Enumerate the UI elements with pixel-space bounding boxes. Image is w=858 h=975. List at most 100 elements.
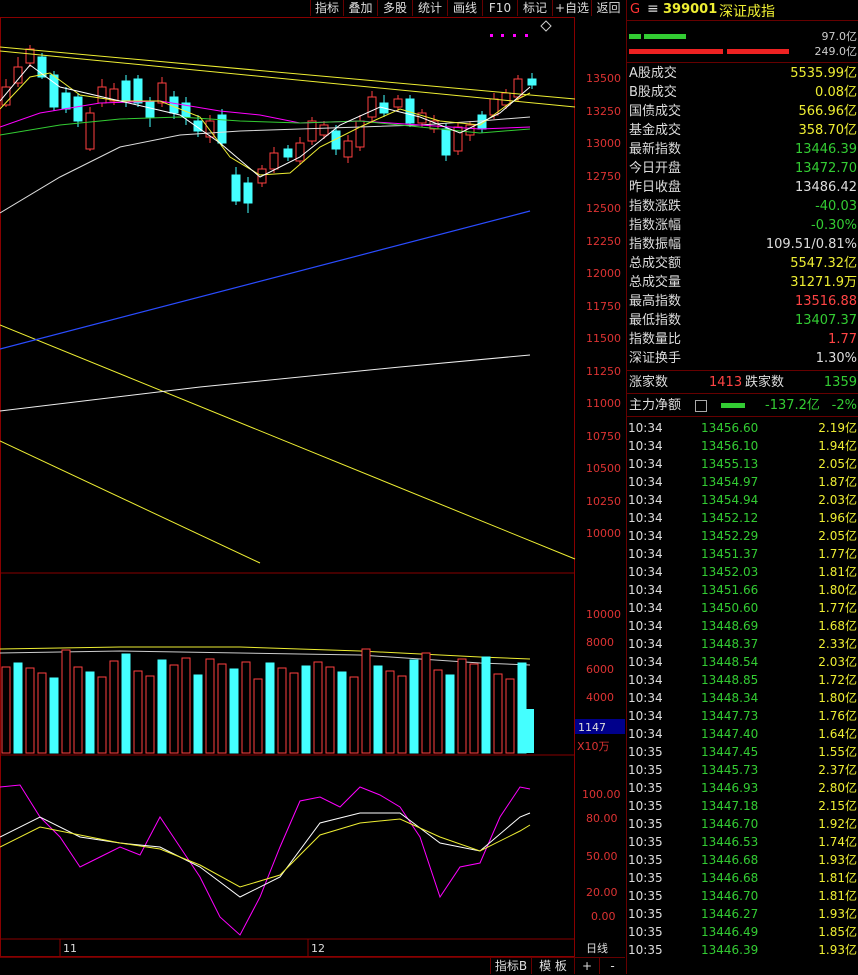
list-icon (695, 400, 707, 412)
stat-label: 指数涨跌 (629, 199, 682, 214)
month-label: 11 (63, 942, 77, 955)
volume-bar (73, 666, 83, 754)
tick-amount: 2.37亿 (818, 763, 857, 777)
zoom-in-button[interactable]: + (574, 958, 599, 974)
stat-label: 最新指数 (629, 142, 682, 157)
panel-title: G ≡ 399001 深证成指 (627, 0, 858, 21)
mark-button[interactable]: 标记 (517, 0, 552, 16)
stat-row: 总成交量 31271.9万 (627, 273, 858, 292)
menu-icon[interactable]: ≡ (647, 1, 659, 17)
stat-value: 31271.9万 (790, 275, 857, 290)
tick-price: 13446.68 (701, 853, 759, 867)
multi-stock-button[interactable]: 多股 (377, 0, 412, 16)
candle-body (97, 86, 107, 104)
volume-bar (409, 659, 419, 754)
stat-value: 13472.70 (794, 161, 857, 176)
tick-row: 10:34 13452.29 2.05亿 (627, 527, 858, 545)
candle (217, 109, 227, 147)
price-tick: 12000 (586, 267, 621, 280)
tick-row: 10:35 13446.39 1.93亿 (627, 941, 858, 959)
candle (243, 177, 253, 213)
stat-label: 指数涨幅 (629, 218, 682, 233)
main-net-label: 主力净额 (629, 398, 682, 413)
stat-label: 最高指数 (629, 294, 682, 309)
stat-value: 566.96亿 (798, 104, 858, 119)
overlay-button[interactable]: 叠加 (343, 0, 377, 16)
volume-bar (121, 653, 131, 754)
price-tick: 13500 (586, 72, 621, 85)
candle-body (527, 78, 537, 86)
tick-time: 10:35 (628, 871, 663, 885)
volume-bar (133, 670, 143, 754)
trend-line (0, 440, 261, 564)
volume-bar (301, 665, 311, 754)
stat-row: 昨日收盘 13486.42 (627, 178, 858, 197)
tick-price: 13448.34 (701, 691, 759, 705)
stat-label: 指数量比 (629, 332, 682, 347)
volume-bar (109, 660, 119, 754)
zoom-out-button[interactable]: - (599, 958, 625, 974)
price-tick: 12250 (586, 235, 621, 248)
candle (307, 117, 317, 145)
osc-tick: 100.00 (582, 788, 621, 801)
candle-body (157, 82, 167, 104)
tick-amount: 1.81亿 (818, 565, 857, 579)
tick-price: 13446.53 (701, 835, 759, 849)
trend-line (0, 50, 576, 108)
corner-dots (490, 20, 552, 37)
stat-row: 指数涨幅 -0.30% (627, 216, 858, 235)
indicator-b-button[interactable]: 指标B (490, 958, 531, 974)
tick-price: 13447.18 (701, 799, 759, 813)
draw-line-button[interactable]: 画线 (447, 0, 482, 16)
diamond-icon (540, 20, 552, 32)
volume-bar (49, 677, 59, 754)
tick-price: 13446.93 (701, 781, 759, 795)
tick-row: 10:34 13456.10 1.94亿 (627, 437, 858, 455)
trend-line (0, 46, 576, 100)
template-button[interactable]: 模 板 (531, 958, 574, 974)
oscillator-axis: 100.00 80.00 50.00 20.00 0.00 (582, 788, 621, 923)
price-tick: 13000 (586, 137, 621, 150)
tick-amount: 1.74亿 (818, 835, 857, 849)
volume-bar (481, 656, 491, 754)
tick-amount: 2.03亿 (818, 493, 857, 507)
candle-body (13, 66, 23, 84)
index-code: 399001 (663, 2, 718, 17)
volume-bar (241, 661, 251, 754)
stat-value: 5535.99亿 (790, 66, 857, 81)
kline-chart[interactable]: 13500 13250 13000 12750 12500 12250 1200… (0, 17, 625, 957)
osc-line-j (0, 818, 531, 888)
tick-row: 10:35 13446.68 1.81亿 (627, 869, 858, 887)
candle-body (61, 92, 71, 110)
tick-row: 10:34 13454.97 1.87亿 (627, 473, 858, 491)
tick-price: 13446.49 (701, 925, 759, 939)
stat-label: 总成交量 (629, 275, 682, 290)
stat-row: 深证换手 1.30% (627, 349, 858, 368)
indicator-button[interactable]: 指标 (310, 0, 343, 16)
volume-bar (169, 664, 179, 754)
volume-bar (181, 657, 191, 754)
statistics-button[interactable]: 统计 (412, 0, 447, 16)
tick-amount: 1.85亿 (818, 925, 857, 939)
volume-bar (433, 669, 443, 754)
f10-button[interactable]: F10 (482, 0, 517, 16)
volume-readout: 1147 (578, 721, 606, 734)
stat-row: 国债成交 566.96亿 (627, 102, 858, 121)
tick-row: 10:34 13454.94 2.03亿 (627, 491, 858, 509)
candle-body (501, 92, 511, 106)
tick-row: 10:34 13448.85 1.72亿 (627, 671, 858, 689)
tick-row: 10:35 13446.93 2.80亿 (627, 779, 858, 797)
candle (109, 83, 119, 105)
add-watchlist-button[interactable]: +自选 (552, 0, 591, 16)
tick-row: 10:34 13450.60 1.77亿 (627, 599, 858, 617)
advance-decline-row: 涨家数 1413 跌家数 1359 (627, 373, 858, 392)
volume-tick: 6000 (586, 663, 614, 676)
price-tick: 12750 (586, 170, 621, 183)
tick-price: 13448.69 (701, 619, 759, 633)
tick-row: 10:34 13452.12 1.96亿 (627, 509, 858, 527)
tick-price: 13454.94 (701, 493, 759, 507)
main-net-pct: -2% (831, 398, 857, 413)
back-button[interactable]: 返回 (591, 0, 625, 16)
stat-row: 指数振幅 109.51/0.81% (627, 235, 858, 254)
candle (393, 95, 403, 111)
